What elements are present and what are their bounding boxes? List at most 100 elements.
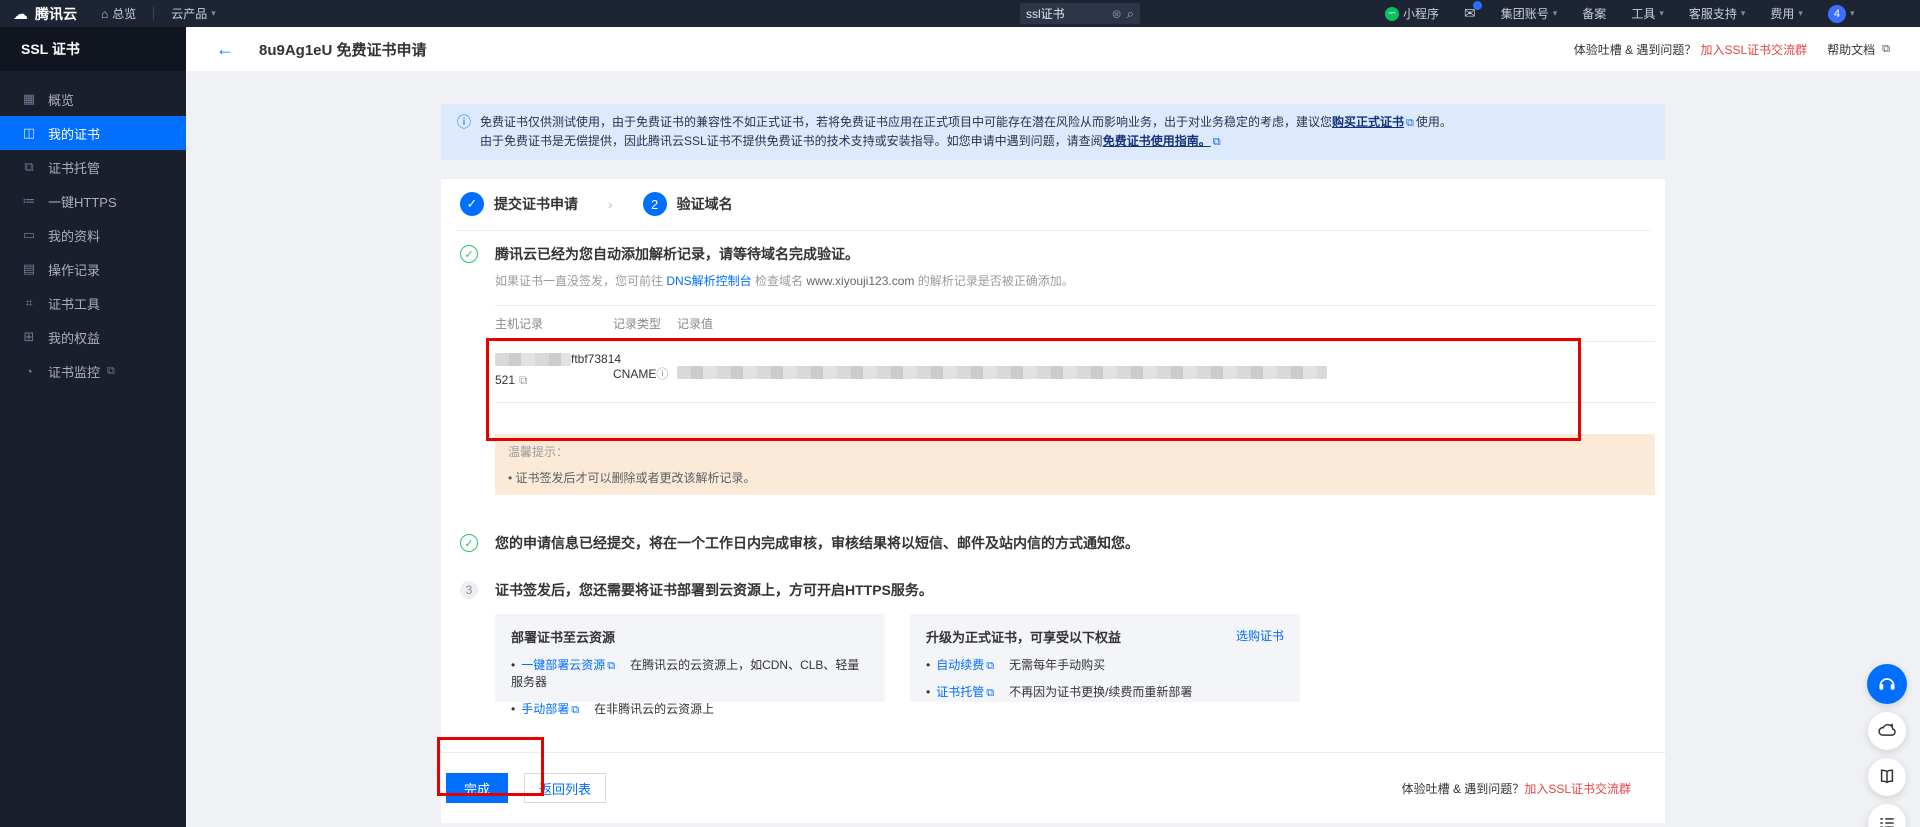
bullet: • — [508, 471, 512, 485]
step1-label: 提交证书申请 — [494, 194, 578, 214]
sidebar-item-cert-monitor[interactable]: ◔ 证书监控 ⧉ — [0, 354, 186, 388]
sidebar-item-overview[interactable]: ▦ 概览 — [0, 82, 186, 116]
cert-hosting-link[interactable]: 证书托管 — [936, 685, 984, 699]
cloud-logo-icon: ☁ — [13, 5, 28, 23]
sidebar-menu: ▦ 概览 ◫ 我的证书 ⧉ 证书托管 ≔ 一键HTTPS ▭ 我的资料 ▤ 操作… — [0, 71, 186, 388]
buy-cert-action-link[interactable]: 选购证书 — [1236, 627, 1284, 646]
nav-overview[interactable]: ⌂ 总览 — [101, 5, 136, 22]
back-to-list-button[interactable]: 返回列表 — [524, 773, 606, 803]
sidebar-item-cert-hosting[interactable]: ⧉ 证书托管 — [0, 150, 186, 184]
avatar[interactable]: 4 — [1828, 5, 1846, 23]
dns-section-body: 腾讯云已经为您自动添加解析记录，请等待域名完成验证。 如果证书一直没签发，您可前… — [495, 244, 1655, 495]
warm-notice-box: 温馨提示： • 证书签发后才可以删除或者更改该解析记录。 — [495, 434, 1655, 495]
nav-support[interactable]: 客服支持 ▾ — [1689, 5, 1746, 22]
chevron-down-icon: ▾ — [211, 8, 216, 19]
notice-item-text: 证书签发后才可以删除或者更改该解析记录。 — [516, 471, 756, 485]
dns-record-table: 主机记录 记录类型 记录值 ftbf73814 521⧉ — [495, 305, 1655, 403]
tools-icon: ⌗ — [21, 295, 37, 311]
upgrade-option: •证书托管⧉不再因为证书更换/续费而重新部署 — [926, 683, 1284, 700]
sidebar-item-my-profile[interactable]: ▭ 我的资料 — [0, 218, 186, 252]
docs-button[interactable] — [1868, 758, 1906, 796]
benefits-icon: ⊞ — [21, 329, 37, 345]
notice-title: 温馨提示： — [508, 443, 1642, 460]
content: ⓘ 免费证书仅供测试使用，由于免费证书的兼容性不如正式证书，若将免费证书应用在正… — [441, 104, 1665, 823]
step-indicator: ✓ 提交证书申请 › 2 验证域名 — [455, 179, 1651, 216]
nav-miniprogram[interactable]: ∽ 小程序 — [1385, 5, 1439, 22]
hosting-icon: ⧉ — [21, 159, 37, 175]
clear-icon[interactable]: ⊗ — [1112, 7, 1122, 21]
topbar-divider — [153, 7, 154, 20]
account-menu[interactable]: 4 ▾ — [1828, 5, 1855, 23]
sidebar-item-label: 证书监控 — [48, 362, 100, 381]
join-group-link[interactable]: 加入SSL证书交流群 — [1524, 782, 1631, 796]
sidebar-item-label: 证书工具 — [48, 294, 100, 313]
sidebar-item-cert-tools[interactable]: ⌗ 证书工具 — [0, 286, 186, 320]
join-group-link[interactable]: 加入SSL证书交流群 — [1700, 41, 1807, 58]
search-input[interactable] — [1026, 7, 1107, 21]
banner-text: 免费证书仅供测试使用，由于免费证书的兼容性不如正式证书，若将免费证书应用在正式项… — [480, 113, 1452, 151]
buy-cert-link[interactable]: 购买正式证书 — [1332, 115, 1404, 129]
sidebar-item-label: 我的资料 — [48, 226, 100, 245]
nav-icp-label: 备案 — [1582, 5, 1606, 22]
card-footer: 完成 返回列表 体验吐槽 & 遇到问题？加入SSL证书交流群 — [441, 752, 1665, 823]
nav-group-account[interactable]: 集团账号 ▾ — [1501, 5, 1558, 22]
upgrade-option-desc: 不再因为证书更换/续费而重新部署 — [1009, 685, 1192, 699]
nav-support-label: 客服支持 — [1689, 5, 1737, 22]
hint-prefix: 如果证书一直没签发，您可前往 — [495, 274, 666, 288]
manual-deploy-link[interactable]: 手动部署 — [521, 702, 569, 716]
sidebar-item-my-benefits[interactable]: ⊞ 我的权益 — [0, 320, 186, 354]
list-icon — [1877, 813, 1897, 827]
banner-line2: 由于免费证书是无偿提供，因此腾讯云SSL证书不提供免费证书的技术支持或安装指导。… — [480, 134, 1103, 148]
dns-hint: 如果证书一直没签发，您可前往 DNS解析控制台 检查域名 www.xiyouji… — [495, 273, 1655, 289]
info-icon[interactable]: ⓘ — [656, 367, 668, 381]
sidebar-item-my-certificates[interactable]: ◫ 我的证书 — [0, 116, 186, 150]
nav-icp[interactable]: 备案 — [1582, 5, 1606, 22]
nav-tools[interactable]: 工具 ▾ — [1631, 5, 1664, 22]
dns-console-link[interactable]: DNS解析控制台 — [666, 274, 751, 288]
deploy-box-title: 部署证书至云资源 — [511, 627, 615, 646]
done-button[interactable]: 完成 — [446, 773, 508, 803]
grid-icon: ▦ — [21, 91, 37, 107]
headset-icon — [1877, 674, 1897, 694]
external-link-icon: ⧉ — [1882, 43, 1890, 56]
copy-icon[interactable]: ⧉ — [519, 373, 528, 387]
customer-service-button[interactable] — [1867, 664, 1907, 704]
deploy-section: 3 证书签发后，您还需要将证书部署到云资源上，方可开启HTTPS服务。 部署证书… — [460, 580, 1651, 702]
cloud-sync-button[interactable] — [1868, 712, 1906, 750]
monitor-icon: ◔ — [21, 364, 37, 379]
nav-products-label: 云产品 — [171, 5, 207, 22]
nav-messages[interactable]: ✉ — [1464, 5, 1476, 22]
help-doc-link[interactable]: 帮助文档 — [1827, 41, 1875, 58]
deploy-section-title: 证书签发后，您还需要将证书部署到云资源上，方可开启HTTPS服务。 — [495, 580, 1651, 600]
auto-renew-link[interactable]: 自动续费 — [936, 658, 984, 672]
chevron-down-icon: ▾ — [1741, 8, 1746, 19]
deploy-section-body: 证书签发后，您还需要将证书部署到云资源上，方可开启HTTPS服务。 部署证书至云… — [495, 580, 1651, 702]
back-arrow-icon[interactable]: ← — [216, 39, 234, 60]
one-click-deploy-link[interactable]: 一键部署云资源 — [521, 658, 605, 672]
survey-button[interactable] — [1868, 804, 1906, 827]
domain-text: www.xiyouji123.com — [806, 274, 914, 288]
chevron-down-icon: ▾ — [1850, 8, 1855, 19]
deploy-option: •一键部署云资源⧉在腾讯云的云资源上，如CDN、CLB、轻量服务器 — [511, 656, 869, 690]
sidebar-item-label: 概览 — [48, 90, 74, 109]
nav-billing[interactable]: 费用 ▾ — [1770, 5, 1803, 22]
table-header: 主机记录 记录类型 记录值 — [495, 305, 1655, 342]
record-value-cell — [677, 352, 1655, 388]
nav-products[interactable]: 云产品 ▾ — [171, 5, 216, 22]
tencent-cloud-logo[interactable]: ☁ 腾讯云 — [13, 4, 77, 24]
sidebar-item-one-click-https[interactable]: ≔ 一键HTTPS — [0, 184, 186, 218]
success-check-icon: ✓ — [460, 245, 478, 263]
upgrade-box: 升级为正式证书，可享受以下权益 选购证书 •自动续费⧉无需每年手动购买 •证书托… — [910, 614, 1300, 702]
topbar-search[interactable]: ⊗ ⌕ — [1020, 3, 1140, 24]
step2-number: 2 — [643, 192, 667, 216]
sidebar-item-operation-log[interactable]: ▤ 操作记录 — [0, 252, 186, 286]
info-banner: ⓘ 免费证书仅供测试使用，由于免费证书的兼容性不如正式证书，若将免费证书应用在正… — [441, 104, 1665, 160]
bullet: • — [511, 658, 515, 672]
upgrade-option: •自动续费⧉无需每年手动购买 — [926, 656, 1284, 673]
notice-item: • 证书签发后才可以删除或者更改该解析记录。 — [508, 469, 1642, 486]
free-cert-guide-link[interactable]: 免费证书使用指南。 — [1103, 134, 1211, 148]
hint-mid: 检查域名 — [752, 274, 807, 288]
search-icon[interactable]: ⌕ — [1127, 6, 1134, 22]
chevron-down-icon: ▾ — [1659, 8, 1664, 19]
cloud-sync-icon — [1877, 721, 1897, 741]
